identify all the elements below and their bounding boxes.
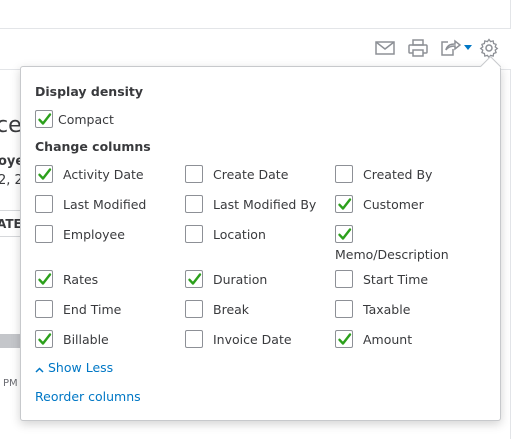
column-label-invoice-date[interactable]: Invoice Date: [213, 332, 292, 347]
column-label-billable[interactable]: Billable: [63, 332, 109, 347]
checkmark-icon: [338, 333, 352, 345]
show-less-label: Show Less: [48, 360, 114, 375]
column-checkbox-invoice-date[interactable]: [185, 330, 203, 348]
checkmark-icon: [38, 273, 52, 285]
column-checkbox-memo-description[interactable]: [335, 225, 353, 243]
column-label-activity-date[interactable]: Activity Date: [63, 167, 144, 182]
bg-divider: [0, 210, 20, 211]
display-density-title: Display density: [35, 84, 144, 99]
checkmark-icon: [188, 273, 202, 285]
checkmark-icon: [38, 113, 52, 125]
show-less-link[interactable]: Show Less: [35, 360, 113, 376]
report-toolbar: [0, 28, 511, 70]
column-checkbox-employee[interactable]: [35, 225, 53, 243]
column-checkbox-start-time[interactable]: [335, 270, 353, 288]
compact-label[interactable]: Compact: [58, 112, 114, 127]
column-checkbox-activity-date[interactable]: [35, 165, 53, 183]
column-checkbox-rates[interactable]: [35, 270, 53, 288]
column-settings-popover: Display density Compact Change columns A…: [20, 55, 502, 421]
column-checkbox-last-modified[interactable]: [35, 195, 53, 213]
mail-icon[interactable]: [375, 38, 395, 58]
column-label-last-modified[interactable]: Last Modified: [63, 197, 146, 212]
column-checkbox-taxable[interactable]: [335, 300, 353, 318]
column-label-employee[interactable]: Employee: [63, 227, 125, 242]
column-label-break[interactable]: Break: [213, 302, 249, 317]
gear-icon[interactable]: [479, 38, 499, 58]
column-checkbox-duration[interactable]: [185, 270, 203, 288]
column-label-duration[interactable]: Duration: [213, 272, 267, 287]
column-checkbox-billable[interactable]: [35, 330, 53, 348]
change-columns-title: Change columns: [35, 139, 151, 154]
column-checkbox-end-time[interactable]: [35, 300, 53, 318]
checkmark-icon: [338, 228, 352, 240]
column-label-last-modified-by[interactable]: Last Modified By: [213, 197, 316, 212]
column-label-end-time[interactable]: End Time: [63, 302, 121, 317]
column-label-rates[interactable]: Rates: [63, 272, 98, 287]
column-checkbox-break[interactable]: [185, 300, 203, 318]
column-checkbox-create-date[interactable]: [185, 165, 203, 183]
column-checkbox-amount[interactable]: [335, 330, 353, 348]
checkmark-icon: [38, 333, 52, 345]
checkmark-icon: [38, 168, 52, 180]
bg-progress-bar: [0, 334, 20, 348]
column-label-memo-description[interactable]: Memo/Description: [335, 247, 449, 262]
compact-checkbox[interactable]: [35, 110, 53, 128]
column-label-customer[interactable]: Customer: [363, 197, 424, 212]
column-label-start-time[interactable]: Start Time: [363, 272, 428, 287]
column-checkbox-location[interactable]: [185, 225, 203, 243]
bg-time-fragment: PM: [3, 378, 18, 389]
column-checkbox-customer[interactable]: [335, 195, 353, 213]
column-label-location[interactable]: Location: [213, 227, 266, 242]
reorder-columns-link[interactable]: Reorder columns: [35, 389, 141, 404]
column-label-create-date[interactable]: Create Date: [213, 167, 288, 182]
export-icon[interactable]: [441, 38, 473, 58]
column-label-taxable[interactable]: Taxable: [363, 302, 410, 317]
checkmark-icon: [338, 198, 352, 210]
column-label-created-by[interactable]: Created By: [363, 167, 432, 182]
column-label-amount[interactable]: Amount: [363, 332, 412, 347]
column-checkbox-created-by[interactable]: [335, 165, 353, 183]
print-icon[interactable]: [408, 38, 428, 58]
bg-divider: [0, 236, 20, 237]
chevron-up-icon: [35, 361, 44, 376]
column-checkbox-last-modified-by[interactable]: [185, 195, 203, 213]
